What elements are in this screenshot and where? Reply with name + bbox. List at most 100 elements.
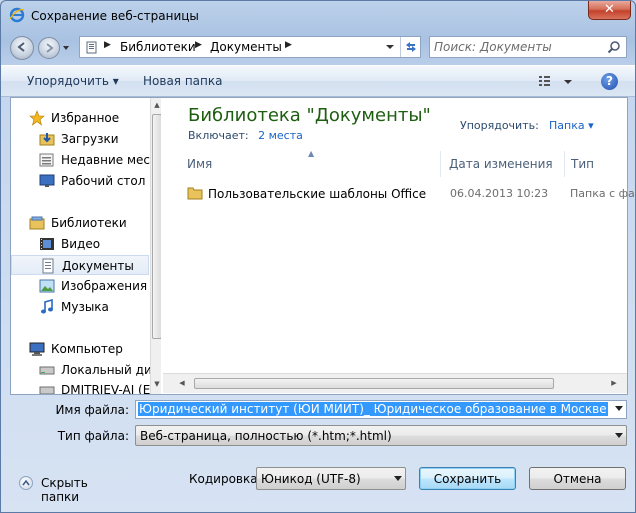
breadcrumb-documents[interactable]: Документы [210,40,282,54]
sidebar-item-libraries[interactable]: Библиотеки [11,213,151,233]
breadcrumb-separator-icon[interactable]: ▶ [104,40,111,50]
address-dropdown-icon[interactable] [382,39,398,55]
file-list-horizontal-scrollbar[interactable]: ◀ ▶ [163,373,627,393]
title-bar: Сохранение веб-страницы ✕ [1,1,635,31]
address-bar[interactable]: ▶ Библиотеки ▶ Документы ▶ [79,36,421,58]
search-box[interactable] [429,36,627,58]
forward-button[interactable] [38,37,60,59]
breadcrumb-libraries[interactable]: Библиотеки [120,40,196,54]
browser-pane: Избранное Загрузки Недавние места Рабочи… [10,97,635,395]
change-view-button[interactable] [535,73,575,91]
video-icon [40,238,54,250]
libraries-icon [29,216,45,230]
chevron-down-icon[interactable] [393,475,403,483]
arrange-by-dropdown[interactable]: Папка ▾ [549,119,594,132]
filetype-label: Тип файла: [57,429,129,443]
navigation-pane: Избранное Загрузки Недавние места Рабочи… [11,98,161,394]
library-title: Библиотека "Документы" [188,105,431,126]
computer-icon [29,342,45,356]
refresh-icon [406,42,416,52]
sidebar-item-pictures[interactable]: Изображения [11,276,151,296]
close-button[interactable]: ✕ [588,1,631,20]
sidebar-item-video[interactable]: Видео [11,234,151,254]
filetype-value: Веб-страница, полностью (*.htm;*.html) [140,429,392,443]
sidebar-item-local-disk[interactable]: Локальный диск [11,360,161,380]
file-type: Папка с фай [570,187,636,200]
arrow-right-icon [46,43,54,53]
pictures-icon [39,279,55,293]
sidebar-item-documents[interactable]: Документы [11,255,149,275]
sidebar-item-downloads[interactable]: Загрузки [11,129,151,149]
column-header-date[interactable]: Дата изменения [443,151,565,177]
encoding-value: Юникод (UTF-8) [261,472,361,486]
view-details-icon [539,76,572,86]
chevron-down-icon[interactable] [614,405,624,413]
refresh-button[interactable] [400,37,420,57]
filename-label: Имя файла: [55,403,129,417]
sidebar-item-label: Библиотеки [51,216,127,230]
organize-button[interactable]: Упорядочить ▾ [27,74,119,88]
sidebar-item-music[interactable]: Музыка [11,297,151,317]
scroll-up-icon[interactable]: ▲ [152,101,161,111]
desktop-icon [39,174,55,187]
hide-folders-label: Скрыть папки [41,476,88,504]
sidebar-item-label: Компьютер [51,342,123,356]
disk-icon [39,366,55,375]
arrange-by-value: Папка [549,119,585,132]
breadcrumb-separator-icon[interactable]: ▶ [195,40,202,50]
star-icon [29,110,45,126]
sidebar-item-label: Недавние места [61,153,161,167]
column-header-type[interactable]: Тип [565,151,627,177]
filename-value[interactable]: Юридический институт (ЮИ МИИТ)_ Юридичес… [138,402,608,416]
sidebar-scroll-thumb[interactable] [152,114,161,339]
chevron-down-icon[interactable] [614,432,624,440]
library-includes: Включает: 2 места [188,129,303,142]
search-input[interactable] [434,39,602,55]
drive-icon [39,386,55,394]
sidebar-item-computer[interactable]: Компьютер [11,339,151,359]
command-toolbar: Упорядочить ▾ Новая папка ? [1,65,635,97]
recent-places-icon [39,153,54,167]
file-list-pane: Библиотека "Документы" Включает: 2 места… [163,98,635,394]
sidebar-item-label: Рабочий стол [61,174,146,188]
ie-logo-icon [9,7,25,23]
sidebar-item-favorites[interactable]: Избранное [11,108,151,128]
filetype-select[interactable]: Веб-страница, полностью (*.htm;*.html) [135,425,627,446]
sidebar-item-desktop[interactable]: Рабочий стол [11,171,151,191]
sidebar-item-recent-places[interactable]: Недавние места [11,150,161,170]
search-icon[interactable] [607,40,621,54]
back-button[interactable] [10,36,34,60]
save-button[interactable]: Сохранить [419,467,516,490]
recent-pages-dropdown-icon[interactable] [62,44,70,52]
includes-locations-link[interactable]: 2 места [258,129,303,142]
encoding-select[interactable]: Юникод (UTF-8) [256,467,406,490]
downloads-icon [39,133,55,146]
sidebar-item-label: Музыка [61,300,109,314]
scroll-left-icon[interactable]: ◀ [177,379,187,389]
list-item[interactable]: Пользовательские шаблоны Office 06.04.20… [181,184,635,206]
sidebar-item-label: DMITRIEV-AI (E:) [61,383,160,394]
sidebar-item-label: Документы [62,259,134,273]
scroll-down-icon[interactable]: ▼ [152,380,161,390]
encoding-label: Кодировка: [189,472,262,486]
hide-folders-toggle[interactable]: Скрыть папки [17,473,127,504]
new-folder-button[interactable]: Новая папка [143,74,222,88]
folder-icon [187,187,203,200]
sidebar-scrollbar[interactable]: ▲ ▼ [150,98,161,394]
sidebar-item-label: Видео [61,237,101,251]
file-name: Пользовательские шаблоны Office [208,187,427,201]
column-header-name[interactable]: Имя [181,151,441,177]
sidebar-item-label: Загрузки [61,132,119,146]
filename-field[interactable]: Юридический институт (ЮИ МИИТ)_ Юридичес… [135,400,627,419]
sidebar-item-drive-e[interactable]: DMITRIEV-AI (E:) [11,380,159,394]
scroll-right-icon[interactable]: ▶ [609,379,619,389]
cancel-button[interactable]: Отмена [529,467,626,490]
music-icon [41,299,53,314]
horizontal-scroll-thumb[interactable] [194,378,554,389]
sidebar-item-label: Изображения [61,279,148,293]
arrow-left-icon [17,42,25,52]
sidebar-item-label: Избранное [51,111,120,125]
file-date: 06.04.2013 10:23 [450,187,549,200]
breadcrumb-separator-icon[interactable]: ▶ [285,40,292,50]
help-icon[interactable]: ? [601,73,618,90]
